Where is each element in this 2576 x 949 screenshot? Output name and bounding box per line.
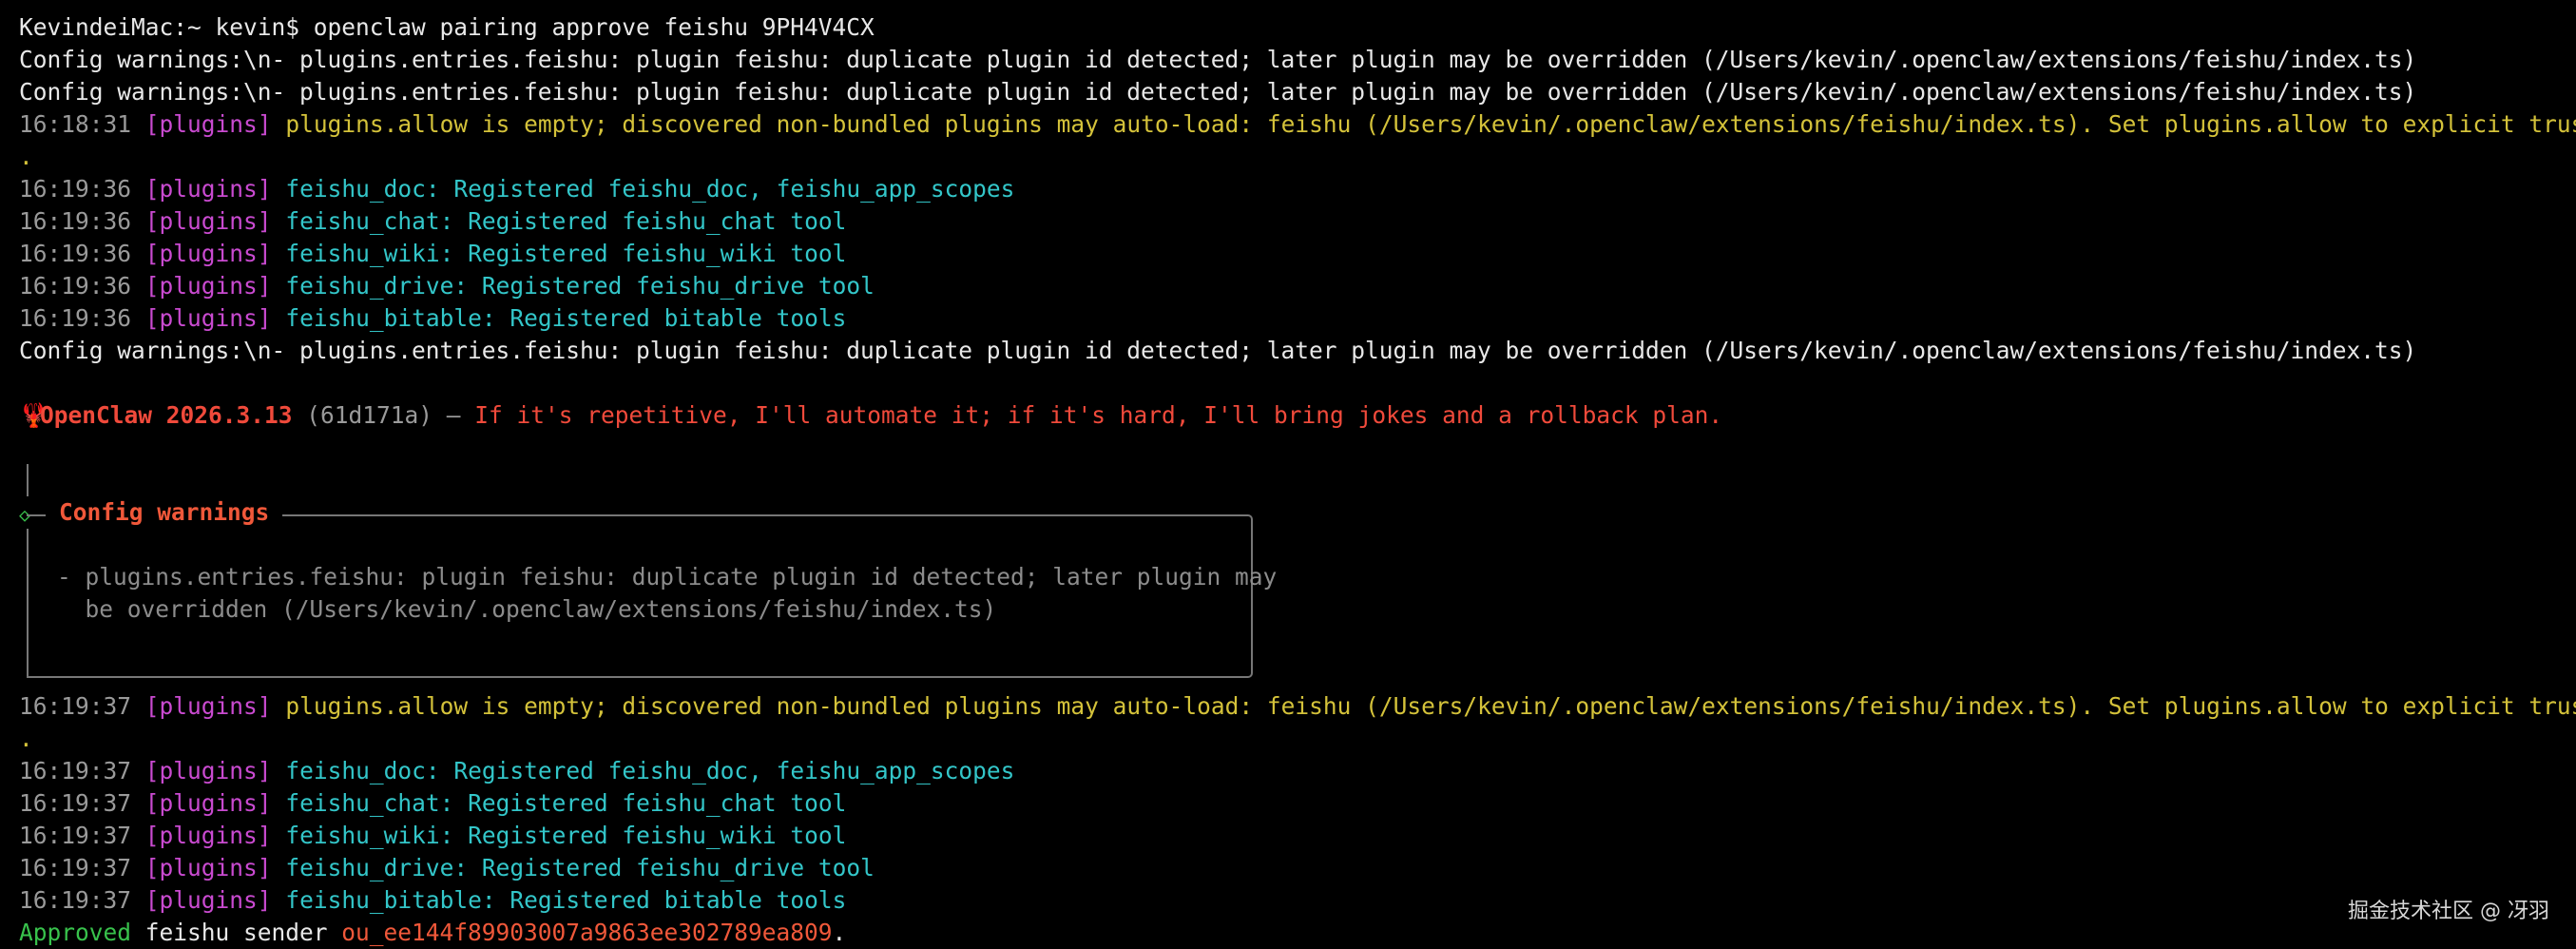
log-line-register: 16:19:36 [plugins] feishu_doc: Registere… (19, 173, 1014, 205)
config-warning-detail: be overridden (/Users/kevin/.openclaw/ex… (57, 595, 997, 623)
approved-status: Approved (19, 919, 132, 946)
separator-dash: — (433, 401, 475, 429)
log-tag: [plugins] (144, 240, 272, 267)
log-message: Registered feishu_drive tool (468, 854, 875, 881)
log-tool: feishu_bitable: (285, 886, 496, 914)
log-tool: feishu_doc: (285, 175, 440, 203)
log-message: Registered bitable tools (495, 304, 847, 332)
log-message: Registered feishu_drive tool (468, 272, 875, 300)
timestamp: 16:18:31 (19, 110, 132, 138)
openclaw-banner: 🦞OpenClaw 2026.3.13 (61d171a) — If it's … (19, 399, 1722, 432)
log-tool: feishu_wiki: (285, 822, 454, 849)
log-tag: [plugins] (144, 822, 272, 849)
log-line-register: 16:19:37 [plugins] feishu_wiki: Register… (19, 820, 846, 852)
terminal-window[interactable]: KevindeiMac:~ kevin$ openclaw pairing ap… (0, 0, 2576, 946)
timestamp: 16:19:37 (19, 789, 132, 817)
log-message: Registered feishu_doc, feishu_app_scopes (439, 757, 1015, 784)
log-tool: feishu_doc: (285, 757, 440, 784)
log-tag: [plugins] (144, 789, 272, 817)
log-tool: feishu_drive: (285, 272, 469, 300)
log-line-register: 16:19:36 [plugins] feishu_chat: Register… (19, 205, 846, 238)
config-warnings-title: Config warnings (46, 496, 283, 529)
command-line: KevindeiMac:~ kevin$ openclaw pairing ap… (19, 11, 875, 44)
command-text: openclaw pairing approve feishu 9PH4V4CX (299, 13, 875, 41)
shell-prompt: KevindeiMac:~ kevin$ (19, 13, 300, 41)
log-line-register: 16:19:36 [plugins] feishu_bitable: Regis… (19, 302, 846, 335)
approved-line: Approved feishu sender ou_ee144f89903007… (19, 917, 846, 949)
approved-period: . (832, 919, 847, 946)
log-line-register: 16:19:37 [plugins] feishu_chat: Register… (19, 787, 846, 820)
log-message: Registered feishu_wiki tool (453, 822, 847, 849)
log-line-register: 16:19:37 [plugins] feishu_bitable: Regis… (19, 884, 846, 917)
log-tag: [plugins] (144, 692, 272, 720)
log-tool: feishu_chat: (285, 207, 454, 235)
timestamp: 16:19:37 (19, 886, 132, 914)
timestamp: 16:19:37 (19, 822, 132, 849)
log-tag: [plugins] (144, 175, 272, 203)
log-line-allow-warning: 16:18:31 [plugins] plugins.allow is empt… (19, 108, 2576, 141)
log-message: Registered feishu_chat tool (453, 789, 847, 817)
lobster-icon: 🦞 (19, 401, 48, 429)
log-tool: feishu_bitable: (285, 304, 496, 332)
build-hash: (61d171a) (292, 401, 433, 429)
log-message: Registered feishu_doc, feishu_app_scopes (439, 175, 1015, 203)
timestamp: 16:19:36 (19, 175, 132, 203)
app-version: OpenClaw 2026.3.13 (40, 401, 293, 429)
log-tool: feishu_chat: (285, 789, 454, 817)
log-line-continuation: . (19, 725, 33, 752)
log-message: plugins.allow is empty; discovered non-b… (285, 692, 2576, 720)
log-tag: [plugins] (144, 757, 272, 784)
timestamp: 16:19:36 (19, 304, 132, 332)
log-message: Registered feishu_wiki tool (453, 240, 847, 267)
log-tag: [plugins] (144, 886, 272, 914)
log-tool: feishu_wiki: (285, 240, 454, 267)
tree-rail (27, 464, 29, 496)
watermark: 掘金技术社区 @ 冴羽 (2348, 900, 2549, 923)
log-message: Registered bitable tools (495, 886, 847, 914)
log-line-register: 16:19:37 [plugins] feishu_doc: Registere… (19, 755, 1014, 787)
timestamp: 16:19:36 (19, 272, 132, 300)
log-line-register: 16:19:37 [plugins] feishu_drive: Registe… (19, 852, 875, 884)
timestamp: 16:19:37 (19, 854, 132, 881)
timestamp: 16:19:37 (19, 692, 132, 720)
log-line-register: 16:19:36 [plugins] feishu_wiki: Register… (19, 238, 846, 270)
banner-tagline: If it's repetitive, I'll automate it; if… (474, 401, 1723, 429)
config-warning-line: Config warnings:\n- plugins.entries.feis… (19, 337, 2417, 364)
sender-id: ou_ee144f89903007a9863ee302789ea809 (341, 919, 833, 946)
timestamp: 16:19:36 (19, 240, 132, 267)
timestamp: 16:19:36 (19, 207, 132, 235)
log-tag: [plugins] (144, 272, 272, 300)
log-message: Registered feishu_chat tool (453, 207, 847, 235)
log-tag: [plugins] (144, 207, 272, 235)
log-message: plugins.allow is empty; discovered non-b… (285, 110, 2576, 138)
approved-text: feishu sender (131, 919, 342, 946)
config-warning-line: Config warnings:\n- plugins.entries.feis… (19, 78, 2417, 106)
config-warning-detail: - plugins.entries.feishu: plugin feishu:… (57, 563, 1278, 591)
log-line-continuation: . (19, 143, 33, 170)
log-tag: [plugins] (144, 110, 272, 138)
config-warning-line: Config warnings:\n- plugins.entries.feis… (19, 46, 2417, 73)
log-tag: [plugins] (144, 304, 272, 332)
log-tool: feishu_drive: (285, 854, 469, 881)
log-tag: [plugins] (144, 854, 272, 881)
timestamp: 16:19:37 (19, 757, 132, 784)
log-line-register: 16:19:36 [plugins] feishu_drive: Registe… (19, 270, 875, 302)
log-line-allow-warning: 16:19:37 [plugins] plugins.allow is empt… (19, 690, 2576, 723)
